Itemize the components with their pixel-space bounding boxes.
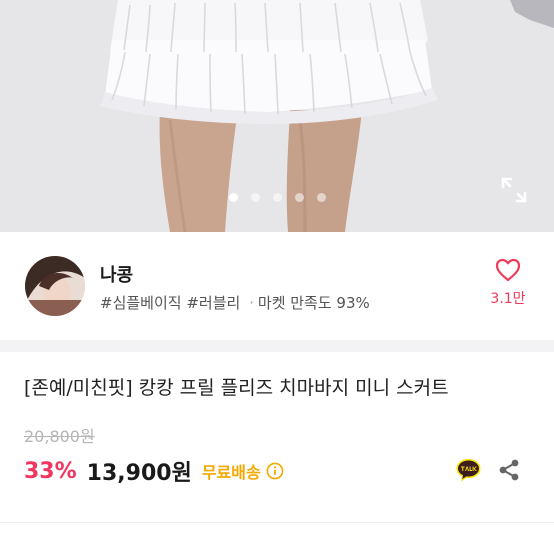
bottom-divider — [0, 522, 554, 523]
carousel-dot[interactable] — [316, 193, 326, 202]
product-title: [존예/미친핏] 캉캉 프릴 플리즈 치마바지 미니 스커트 — [24, 377, 449, 399]
seller-name[interactable]: 나콩 — [100, 261, 133, 287]
sale-price: 13,900원 — [86, 461, 192, 486]
carousel-dot[interactable] — [250, 193, 260, 202]
market-satisfaction: 마켓 만족도 93% — [257, 294, 370, 312]
expand-icon[interactable] — [499, 175, 529, 205]
section-divider — [0, 340, 554, 352]
share-icon[interactable] — [496, 457, 522, 483]
free-shipping-label: 무료배송 — [201, 463, 261, 482]
like-button[interactable]: 3.1만 — [484, 258, 532, 308]
product-image[interactable] — [0, 0, 554, 232]
discount-rate: 33% — [24, 458, 77, 484]
price-row: 33% 13,900원 무료배송 — [24, 455, 284, 487]
seller-avatar[interactable] — [25, 256, 85, 316]
seller-tag[interactable]: #심플베이직 — [100, 294, 182, 312]
kakao-talk-icon — [456, 459, 481, 482]
seller-tag[interactable]: #러블리 — [186, 294, 240, 312]
heart-icon — [495, 258, 521, 282]
like-count: 3.1만 — [490, 291, 526, 307]
carousel-dot[interactable] — [228, 193, 238, 202]
carousel-indicator — [0, 193, 554, 202]
info-icon[interactable] — [266, 462, 284, 480]
carousel-dot[interactable] — [294, 193, 304, 202]
seller-tags: #심플베이직 #러블리 · 마켓 만족도 93% — [100, 292, 370, 313]
tag-separator: · — [249, 294, 254, 312]
kakao-talk-button[interactable] — [455, 457, 482, 484]
seller-section: 나콩 #심플베이직 #러블리 · 마켓 만족도 93% 3.1만 — [0, 232, 554, 340]
original-price: 20,800원 — [24, 427, 95, 446]
carousel-dot[interactable] — [272, 193, 282, 202]
